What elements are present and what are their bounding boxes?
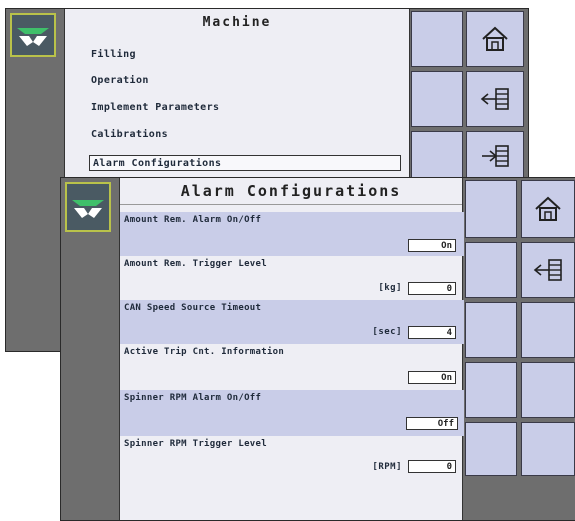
soft-key-blank[interactable] (465, 242, 517, 298)
page-title: Alarm Configurations (120, 178, 462, 205)
caption-fragment (0, 0, 575, 8)
setting-row-amount-rem-trigger[interactable]: Amount Rem. Trigger Level [kg] 0 (120, 256, 464, 300)
home-icon (482, 26, 508, 51)
setting-label: Amount Rem. Alarm On/Off (124, 215, 262, 225)
setting-label: Spinner RPM Trigger Level (124, 439, 267, 449)
alarm-settings-panel: Alarm Configurations Amount Rem. Alarm O… (119, 178, 464, 520)
setting-label: Active Trip Cnt. Information (124, 347, 285, 357)
soft-key-blank[interactable] (521, 302, 575, 358)
back-button[interactable] (521, 242, 575, 298)
alarm-configurations-screen: Alarm Configurations Amount Rem. Alarm O… (60, 177, 575, 521)
setting-row-spinner-rpm-alarm[interactable]: Spinner RPM Alarm On/Off Off (120, 390, 464, 436)
setting-row-active-trip[interactable]: Active Trip Cnt. Information On (120, 344, 464, 390)
setting-row-amount-rem-alarm[interactable]: Amount Rem. Alarm On/Off On (120, 212, 464, 256)
menu-item-calibrations[interactable]: Calibrations (91, 129, 168, 140)
soft-key-blank[interactable] (411, 11, 463, 67)
soft-key-blank[interactable] (411, 71, 463, 127)
spreader-logo-tile[interactable] (10, 13, 56, 57)
setting-value-field[interactable]: Off (406, 417, 458, 430)
setting-value-field[interactable]: On (408, 371, 456, 384)
setting-value-field[interactable]: 4 (408, 326, 456, 339)
setting-value-field[interactable]: 0 (408, 460, 456, 473)
setting-value-field[interactable]: 0 (408, 282, 456, 295)
page-title: Machine (202, 15, 272, 30)
soft-key-blank[interactable] (465, 302, 517, 358)
home-button[interactable] (466, 11, 524, 67)
setting-label: Amount Rem. Trigger Level (124, 259, 267, 269)
menu-item-operation[interactable]: Operation (91, 75, 149, 86)
setting-unit: [kg] (378, 283, 402, 293)
soft-key-blank[interactable] (411, 131, 463, 181)
menu-item-implement-parameters[interactable]: Implement Parameters (91, 102, 219, 113)
back-list-icon (533, 259, 562, 281)
setting-value-field[interactable]: On (408, 239, 456, 252)
soft-key-blank[interactable] (521, 422, 575, 476)
soft-key-blank[interactable] (465, 180, 517, 238)
home-button[interactable] (521, 180, 575, 238)
setting-row-spinner-rpm-trigger[interactable]: Spinner RPM Trigger Level [RPM] 0 (120, 436, 464, 482)
spreader-logo-tile[interactable] (65, 182, 111, 232)
forward-button[interactable] (466, 131, 524, 181)
menu-item-alarm-configurations[interactable]: Alarm Configurations (89, 155, 401, 171)
setting-row-can-speed-timeout[interactable]: CAN Speed Source Timeout [sec] 4 (120, 300, 464, 344)
spreader-icon (17, 28, 49, 46)
soft-key-blank[interactable] (465, 362, 517, 418)
spreader-icon (72, 200, 104, 218)
soft-key-blank[interactable] (465, 422, 517, 476)
soft-key-blank[interactable] (521, 362, 575, 418)
home-icon (535, 196, 561, 221)
menu-item-filling[interactable]: Filling (91, 49, 136, 60)
setting-unit: [sec] (372, 327, 402, 337)
setting-label: Spinner RPM Alarm On/Off (124, 393, 262, 403)
back-list-icon (480, 88, 509, 110)
forward-list-icon (482, 145, 509, 167)
back-button[interactable] (466, 71, 524, 127)
setting-label: CAN Speed Source Timeout (124, 303, 262, 313)
setting-unit: [RPM] (372, 462, 402, 472)
